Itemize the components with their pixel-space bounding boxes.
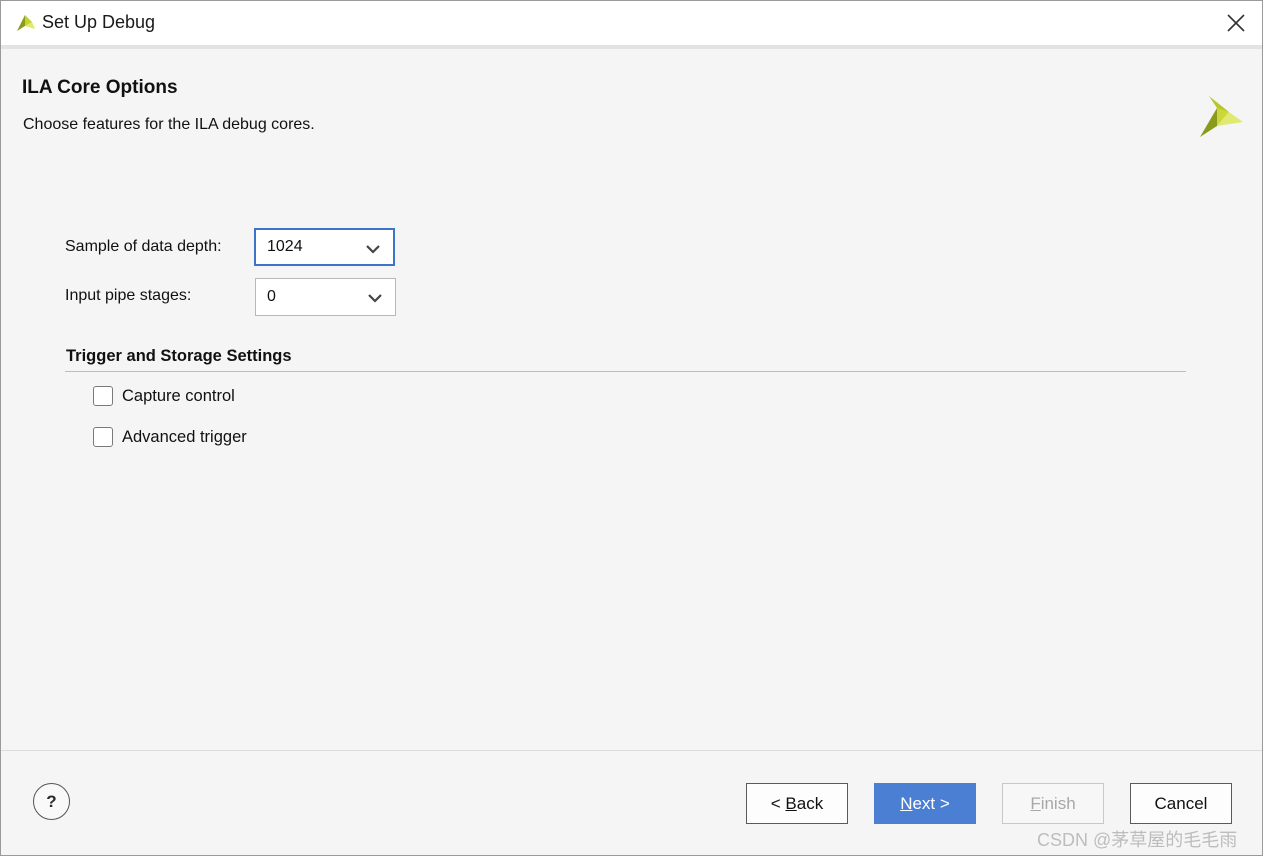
data-depth-select[interactable]: 1024 [254, 228, 395, 266]
back-rest: ack [796, 794, 824, 813]
pipe-stages-value: 0 [267, 288, 276, 305]
xilinx-logo-icon [1200, 96, 1243, 137]
back-button[interactable]: < Back [746, 783, 848, 824]
finish-rest: inish [1040, 794, 1076, 813]
finish-mnemonic: F [1030, 794, 1041, 813]
checkbox-box[interactable] [93, 427, 113, 447]
section-divider [65, 371, 1186, 372]
next-mnemonic: N [900, 794, 913, 813]
trigger-storage-header: Trigger and Storage Settings [66, 347, 292, 365]
page-title: ILA Core Options [22, 77, 178, 98]
close-icon[interactable] [1224, 11, 1248, 35]
xilinx-logo-icon [17, 15, 35, 31]
page-subtitle: Choose features for the ILA debug cores. [23, 116, 315, 133]
help-button[interactable]: ? [33, 783, 70, 820]
checkbox-box[interactable] [93, 386, 113, 406]
data-depth-label: Sample of data depth: [65, 238, 222, 255]
finish-button[interactable]: Finish [1002, 783, 1104, 824]
back-mnemonic: B [785, 794, 797, 813]
help-icon: ? [46, 792, 57, 811]
setup-debug-dialog: Set Up Debug ILA Core Options Choose fea… [0, 0, 1263, 856]
window-title: Set Up Debug [42, 12, 156, 32]
chevron-down-icon [368, 294, 382, 303]
chevron-down-icon [366, 245, 380, 254]
capture-control-label: Capture control [122, 387, 235, 405]
data-depth-value: 1024 [267, 238, 303, 255]
watermark: CSDN @茅草屋的毛毛雨 [1037, 830, 1238, 850]
advanced-trigger-label: Advanced trigger [122, 428, 247, 446]
footer-divider [1, 750, 1262, 751]
next-rest: ext > [912, 794, 950, 813]
pipe-stages-select[interactable]: 0 [255, 278, 396, 316]
back-prefix: < [770, 794, 786, 813]
title-bar: Set Up Debug [1, 1, 1262, 49]
pipe-stages-label: Input pipe stages: [65, 287, 192, 304]
cancel-button[interactable]: Cancel [1130, 783, 1232, 824]
next-button[interactable]: Next > [874, 783, 976, 824]
